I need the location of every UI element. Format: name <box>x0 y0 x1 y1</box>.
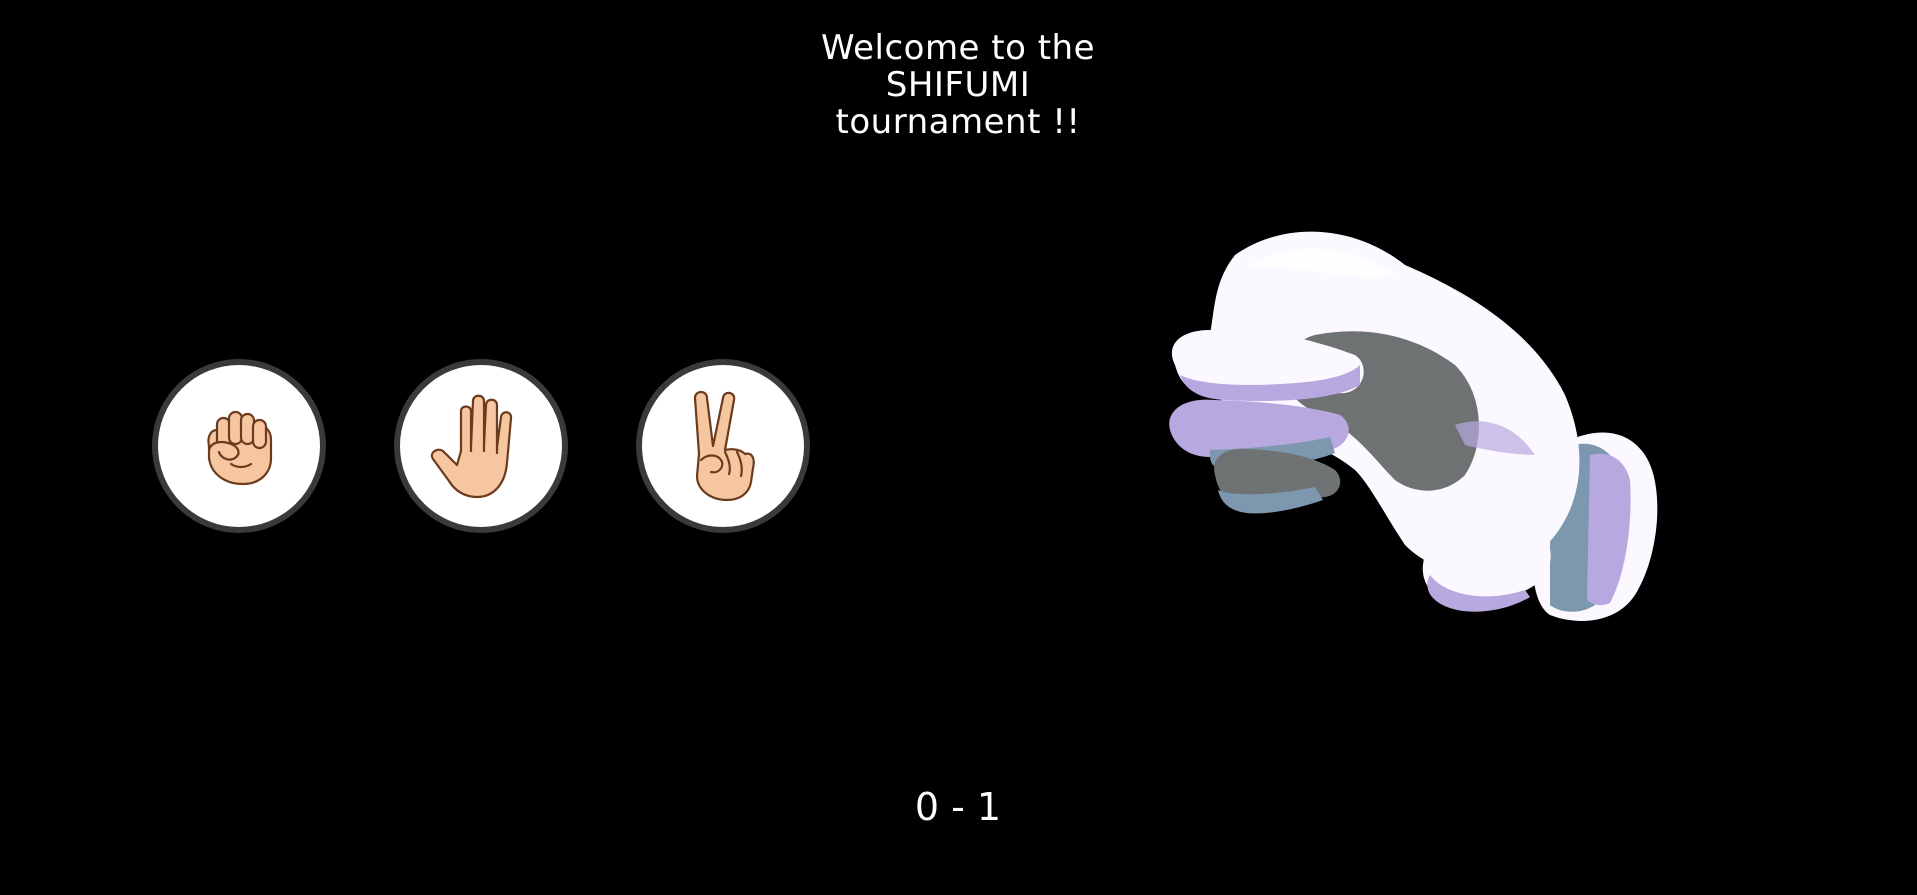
paper-button[interactable] <box>394 359 568 533</box>
title-line-2: SHIFUMI <box>885 65 1031 105</box>
rock-hand-icon <box>207 410 273 486</box>
opponent-glove-hand-icon <box>1169 231 1658 621</box>
title-line-1: Welcome to the <box>820 28 1096 68</box>
welcome-title: Welcome to the SHIFUMI tournament !! <box>758 30 1158 141</box>
scissors-button[interactable] <box>636 359 810 533</box>
scissors-hand-icon <box>693 390 755 502</box>
opponent-hand <box>1155 225 1725 625</box>
title-line-3: tournament !! <box>835 102 1081 142</box>
paper-hand-icon <box>430 394 513 499</box>
score-display: 0 - 1 <box>914 785 1002 829</box>
rock-button[interactable] <box>152 359 326 533</box>
